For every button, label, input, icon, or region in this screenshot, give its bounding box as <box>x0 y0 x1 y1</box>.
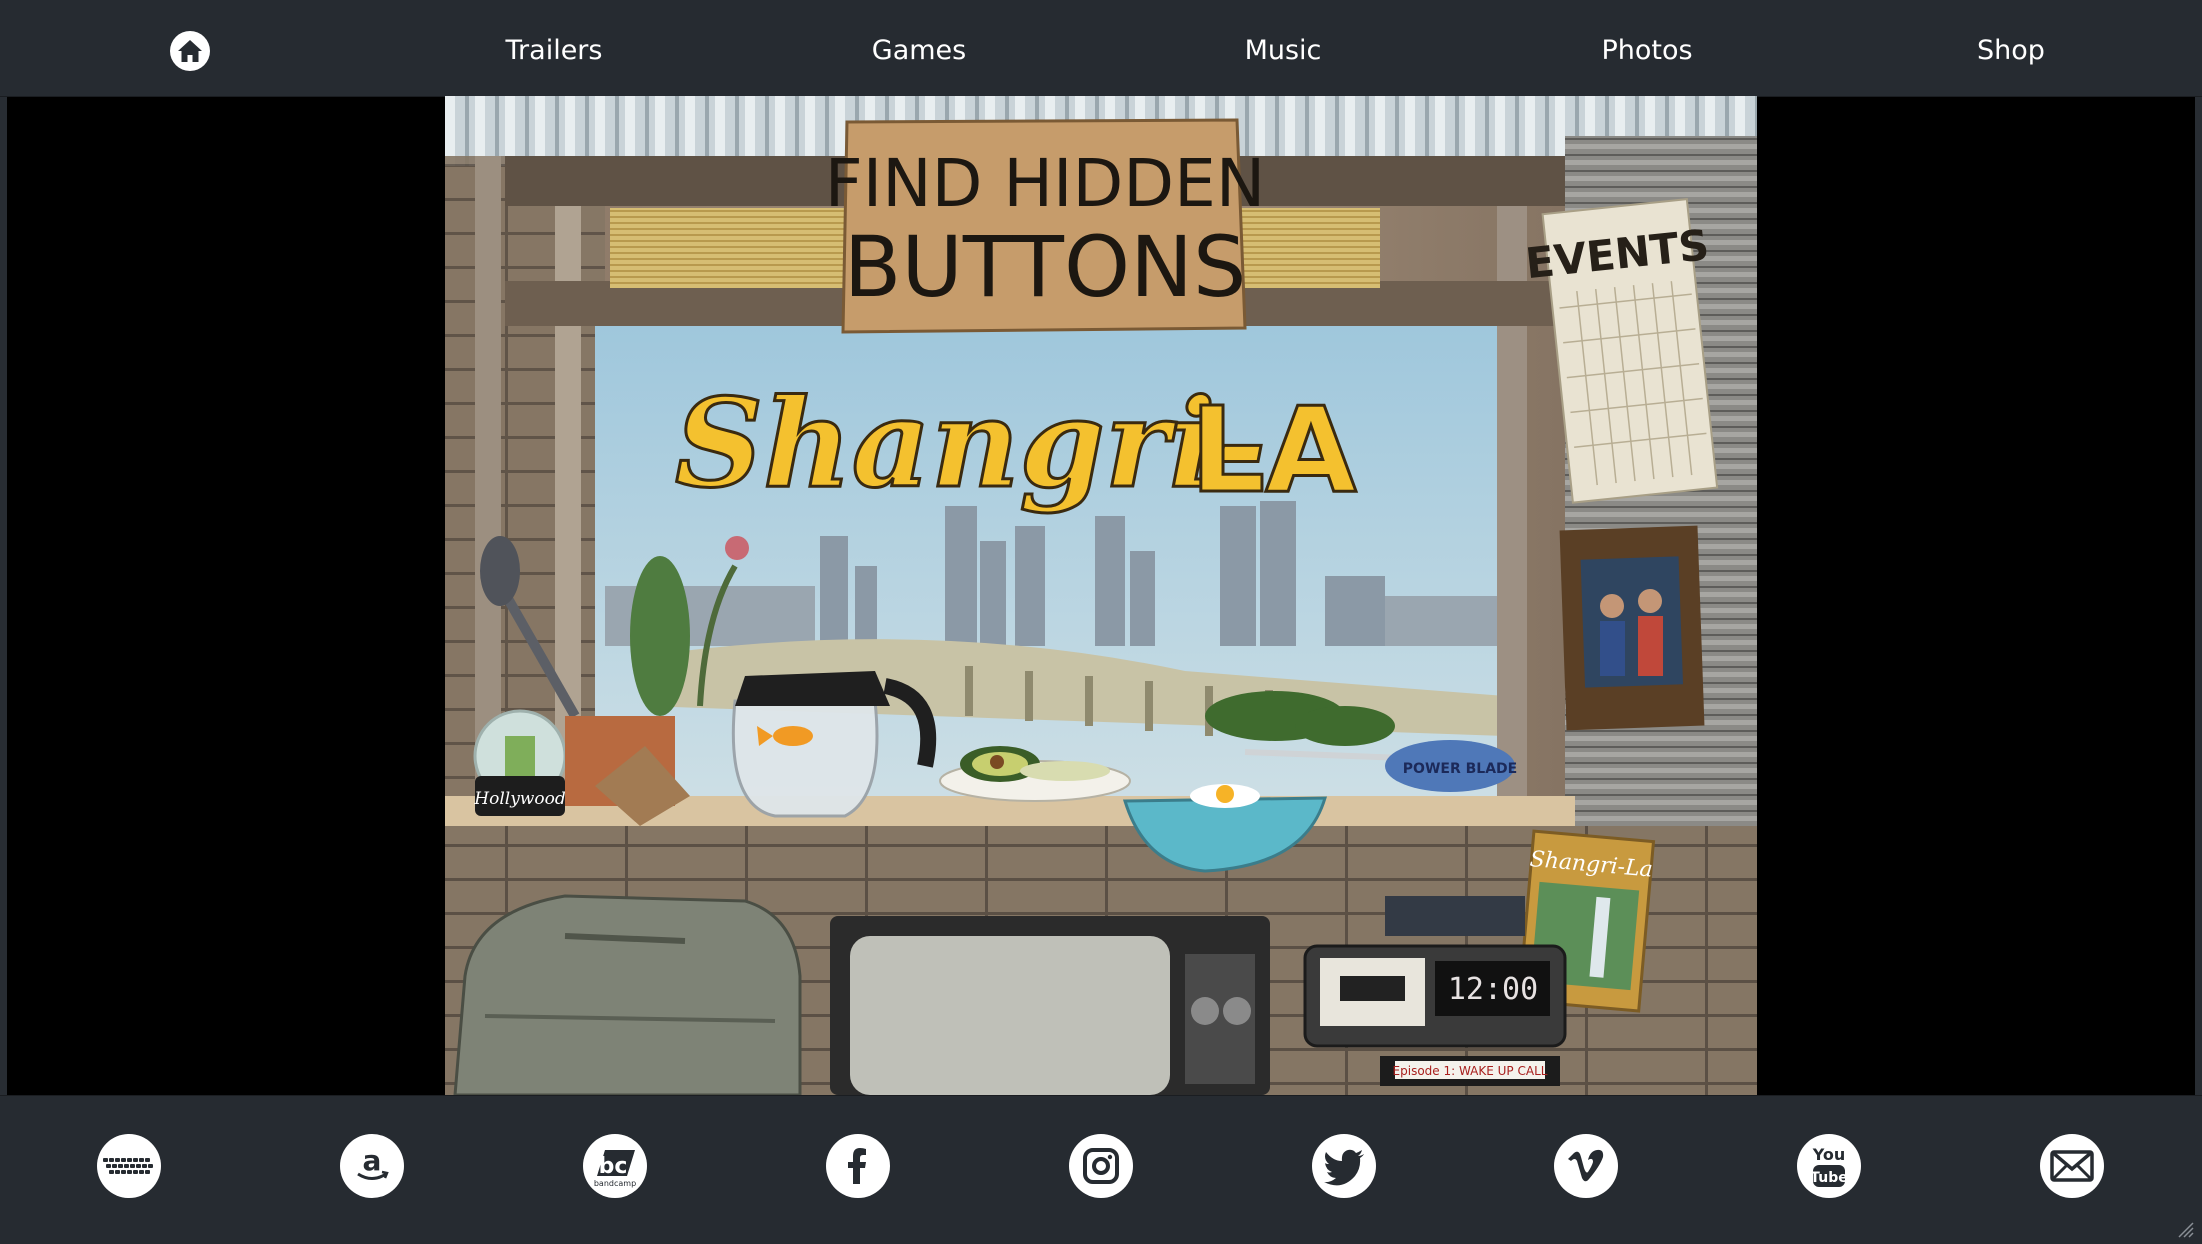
snowglobe-label: Hollywood <box>473 789 566 809</box>
social-bar: a bc bandcamp You Tube <box>0 1095 2202 1244</box>
sign-line-2: BUTTONS <box>844 218 1247 316</box>
nav-shop[interactable]: Shop <box>1977 30 2045 72</box>
social-vimeo-button[interactable] <box>1554 1134 1618 1198</box>
suitcase[interactable] <box>453 894 802 1095</box>
speaker-box[interactable] <box>1385 896 1525 936</box>
svg-text:You: You <box>1812 1145 1846 1164</box>
clock-radio[interactable]: 12:00 <box>1303 944 1567 1048</box>
keyboard-icon <box>103 1158 153 1174</box>
svg-text:Tube: Tube <box>1810 1170 1848 1186</box>
knife-brand-label: POWER BLADE <box>1403 761 1517 777</box>
svg-text:a: a <box>363 1146 382 1177</box>
social-twitter-button[interactable] <box>1312 1134 1376 1198</box>
title-caps-text: LA <box>1190 381 1357 519</box>
snow-globe[interactable]: Hollywood <box>473 709 567 816</box>
mail-icon <box>2050 1150 2094 1182</box>
bandcamp-icon: bc bandcamp <box>594 1150 636 1188</box>
instagram-icon <box>1083 1148 1119 1184</box>
television[interactable] <box>830 916 1270 1095</box>
social-mail-button[interactable] <box>2040 1134 2104 1198</box>
facebook-icon <box>848 1148 866 1184</box>
game-scene[interactable]: Shangri- LA FIND HIDDEN BUTTONS EVENTS H… <box>445 96 1757 1095</box>
home-icon <box>178 40 202 62</box>
svg-text:bc: bc <box>599 1154 628 1179</box>
social-youtube-button[interactable]: You Tube <box>1797 1134 1861 1198</box>
nav-games[interactable]: Games <box>872 30 966 72</box>
sign-line-1: FIND HIDDEN <box>825 145 1265 222</box>
clock-display: 12:00 <box>1448 972 1538 1007</box>
amazon-icon: a <box>357 1146 389 1180</box>
vhs-tape[interactable]: Episode 1: WAKE UP CALL <box>1380 1056 1560 1086</box>
social-instagram-button[interactable] <box>1069 1134 1133 1198</box>
tape-label: Episode 1: WAKE UP CALL <box>1393 1064 1548 1078</box>
social-bandcamp-button[interactable]: bc bandcamp <box>583 1134 647 1198</box>
scene-illustration: Shangri- LA FIND HIDDEN BUTTONS EVENTS H… <box>445 96 1757 1095</box>
title-script-text: Shangri- <box>675 371 1266 515</box>
nav-music[interactable]: Music <box>1245 30 1322 72</box>
vimeo-icon <box>1568 1149 1604 1182</box>
twitter-icon <box>1324 1149 1364 1186</box>
social-keyboard-button[interactable] <box>97 1134 161 1198</box>
nav-photos[interactable]: Photos <box>1601 30 1692 72</box>
social-facebook-button[interactable] <box>826 1134 890 1198</box>
home-button[interactable] <box>170 31 210 71</box>
youtube-icon: You Tube <box>1810 1145 1848 1187</box>
photo-frame[interactable] <box>1559 525 1705 731</box>
top-navigation: Trailers Games Music Photos Shop <box>0 0 2202 97</box>
svg-text:bandcamp: bandcamp <box>594 1179 636 1188</box>
social-amazon-button[interactable]: a <box>340 1134 404 1198</box>
resize-grip-icon[interactable] <box>2176 1220 2194 1238</box>
nav-trailers[interactable]: Trailers <box>506 30 603 72</box>
